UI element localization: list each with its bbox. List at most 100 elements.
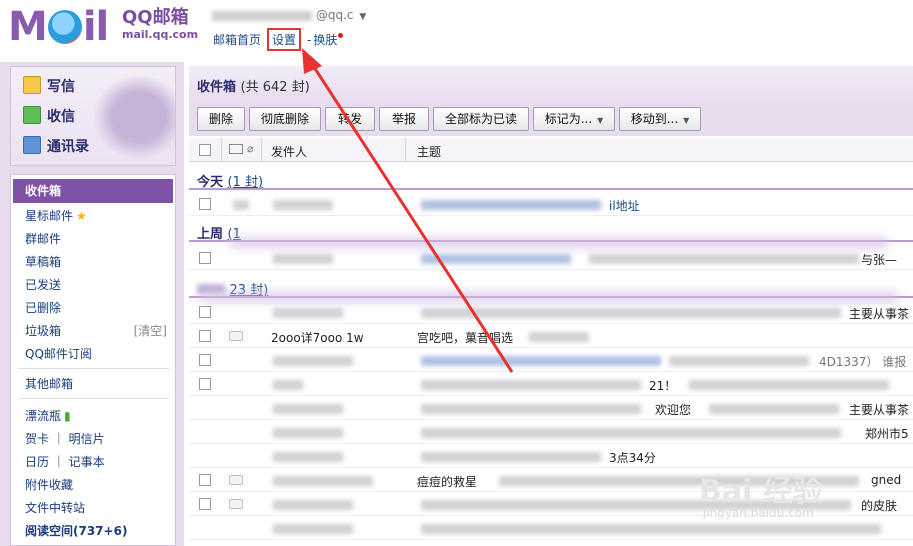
group-today-name: 今天 xyxy=(197,175,224,190)
account-suffix: @qq.c xyxy=(315,8,354,22)
group-label: 今天 (1 封) xyxy=(197,171,263,190)
paperclip-icon[interactable]: ⌀ xyxy=(247,142,254,155)
download-icon xyxy=(23,106,41,124)
sidebar-item-cards[interactable]: 贺卡 ｜ 明信片 xyxy=(25,430,105,447)
row-subject: 痘痘的救星 xyxy=(417,475,478,489)
divider xyxy=(19,398,169,399)
blurred-subject xyxy=(669,356,809,366)
drift-bottle-label: 漂流瓶 xyxy=(25,409,62,423)
account-selector[interactable]: @qq.c ▼ xyxy=(212,8,402,24)
baidu-watermark: Bai 经验 jingyan.baidu.com xyxy=(699,466,823,520)
sidebar-item-reading-space[interactable]: 阅读空间(737+6) xyxy=(25,522,127,539)
blurred-sender xyxy=(273,500,353,510)
table-row[interactable]: 2ooo详7ooo 1w 宫吃吧，菓音唱选 xyxy=(189,324,913,348)
blurred-subject xyxy=(421,308,841,318)
page-title: 收件箱 (共 642 封) xyxy=(197,76,310,95)
group-today[interactable]: 今天 (1 封) xyxy=(189,168,913,190)
sidebar-item-group-mail[interactable]: 群邮件 xyxy=(25,230,61,247)
blurred-subject xyxy=(421,524,881,534)
table-row[interactable]: 4D1337） 谁报 xyxy=(189,348,913,372)
sidebar-item-other-mailboxes[interactable]: 其他邮箱 xyxy=(25,375,73,392)
nav-separator: - xyxy=(307,33,312,47)
receive-mail-button[interactable]: 收信 xyxy=(23,106,75,126)
table-row[interactable]: 欢迎您 主要从事茶 xyxy=(189,396,913,420)
move-to-dropdown[interactable]: 移动到... ▼ xyxy=(619,107,701,131)
sidebar-item-inbox[interactable]: 收件箱 xyxy=(13,179,173,203)
sidebar-item-calendar[interactable]: 日历 ｜ 记事本 xyxy=(25,453,105,470)
qq-mail-logo[interactable]: Mil xyxy=(8,4,109,50)
sidebar-item-drift-bottle[interactable]: 漂流瓶 ▮ xyxy=(25,407,71,424)
blurred-sender xyxy=(273,200,333,210)
nav-home-link[interactable]: 邮箱首页 xyxy=(213,33,261,47)
row-subject: 欢迎您 xyxy=(655,403,692,417)
star-icon: ★ xyxy=(76,209,87,223)
row-checkbox[interactable] xyxy=(199,474,211,486)
column-separator xyxy=(221,138,222,162)
sidebar-item-drafts[interactable]: 草稿箱 xyxy=(25,253,61,270)
brand-title: QQ邮箱 xyxy=(122,7,189,28)
forward-button[interactable]: 转发 xyxy=(325,107,375,131)
contacts-icon xyxy=(23,136,41,154)
chevron-down-icon: ▼ xyxy=(597,116,604,125)
sidebar-item-deleted[interactable]: 已删除 xyxy=(25,299,61,316)
row-checkbox[interactable] xyxy=(199,198,211,210)
report-button[interactable]: 举报 xyxy=(379,107,429,131)
blurred-sender xyxy=(273,308,343,318)
sidebar-item-attachments[interactable]: 附件收藏 xyxy=(25,476,73,493)
group-today-count[interactable]: (1 封) xyxy=(228,175,264,190)
pencil-icon xyxy=(23,76,41,94)
mark-all-read-button[interactable]: 全部标为已读 xyxy=(433,107,529,131)
nav-settings-link[interactable]: 设置 xyxy=(267,28,302,51)
table-row[interactable]: 与张— xyxy=(189,246,913,270)
column-separator xyxy=(405,138,406,162)
table-row[interactable]: 3点34分 xyxy=(189,444,913,468)
sidebar-item-spam[interactable]: 垃圾箱 xyxy=(25,322,61,339)
bell-icon xyxy=(47,10,82,44)
sidebar-item-starred[interactable]: 星标邮件 ★ xyxy=(25,207,87,224)
write-label: 写信 xyxy=(47,79,75,95)
blurred-sender xyxy=(273,428,343,438)
row-checkbox[interactable] xyxy=(199,330,211,342)
blurred-subject xyxy=(709,404,839,414)
sender-column-header[interactable]: 发件人 xyxy=(271,143,307,160)
nav-skin-link[interactable]: 换肤 xyxy=(313,33,337,47)
sidebar-item-sent[interactable]: 已发送 xyxy=(25,276,61,293)
blurred-subject xyxy=(421,254,571,264)
mark-as-dropdown[interactable]: 标记为... ▼ xyxy=(533,107,615,131)
sidebar-item-file-transfer[interactable]: 文件中转站 xyxy=(25,499,85,516)
row-checkbox[interactable] xyxy=(199,252,211,264)
contacts-button[interactable]: 通讯录 xyxy=(23,136,89,156)
row-checkbox[interactable] xyxy=(199,378,211,390)
top-nav: 邮箱首页 设置 - 换肤 xyxy=(213,28,349,51)
divider xyxy=(19,368,169,369)
row-checkbox[interactable] xyxy=(199,306,211,318)
logo-letters: M xyxy=(8,4,48,50)
row-checkbox[interactable] xyxy=(199,498,211,510)
brand: QQ邮箱 mail.qq.com xyxy=(122,8,198,42)
clear-spam-link[interactable]: [清空] xyxy=(134,322,167,339)
inbox-count: (共 642 封) xyxy=(240,80,310,95)
watermark-sub: jingyan.baidu.com xyxy=(703,506,814,520)
receive-label: 收信 xyxy=(47,109,75,125)
subject-column-header[interactable]: 主题 xyxy=(417,143,441,160)
delete-button[interactable]: 删除 xyxy=(197,107,245,131)
blurred-subject xyxy=(421,356,661,366)
sidebar-item-subscriptions[interactable]: QQ邮件订阅 xyxy=(25,345,92,362)
table-row[interactable]: 郑州市5 xyxy=(189,420,913,444)
row-checkbox[interactable] xyxy=(199,354,211,366)
table-row[interactable]: il地址 xyxy=(189,192,913,216)
chevron-down-icon[interactable]: ▼ xyxy=(359,12,366,22)
blurred-subject xyxy=(421,200,601,210)
row-subject: 4D1337） 谁报 xyxy=(819,355,907,369)
envelope-icon xyxy=(229,475,243,485)
row-subject: 宫吃吧，菓音唱选 xyxy=(417,331,514,345)
write-mail-button[interactable]: 写信 xyxy=(23,76,75,96)
delete-forever-button[interactable]: 彻底删除 xyxy=(249,107,321,131)
envelope-icon[interactable] xyxy=(229,144,243,154)
table-row[interactable]: 21！ xyxy=(189,372,913,396)
table-row[interactable]: 主要从事茶 xyxy=(189,300,913,324)
blurred-sender xyxy=(273,380,303,390)
select-all-checkbox[interactable] xyxy=(199,144,211,156)
quick-actions: 写信 收信 通讯录 xyxy=(10,66,176,167)
new-dot-icon xyxy=(338,33,344,38)
